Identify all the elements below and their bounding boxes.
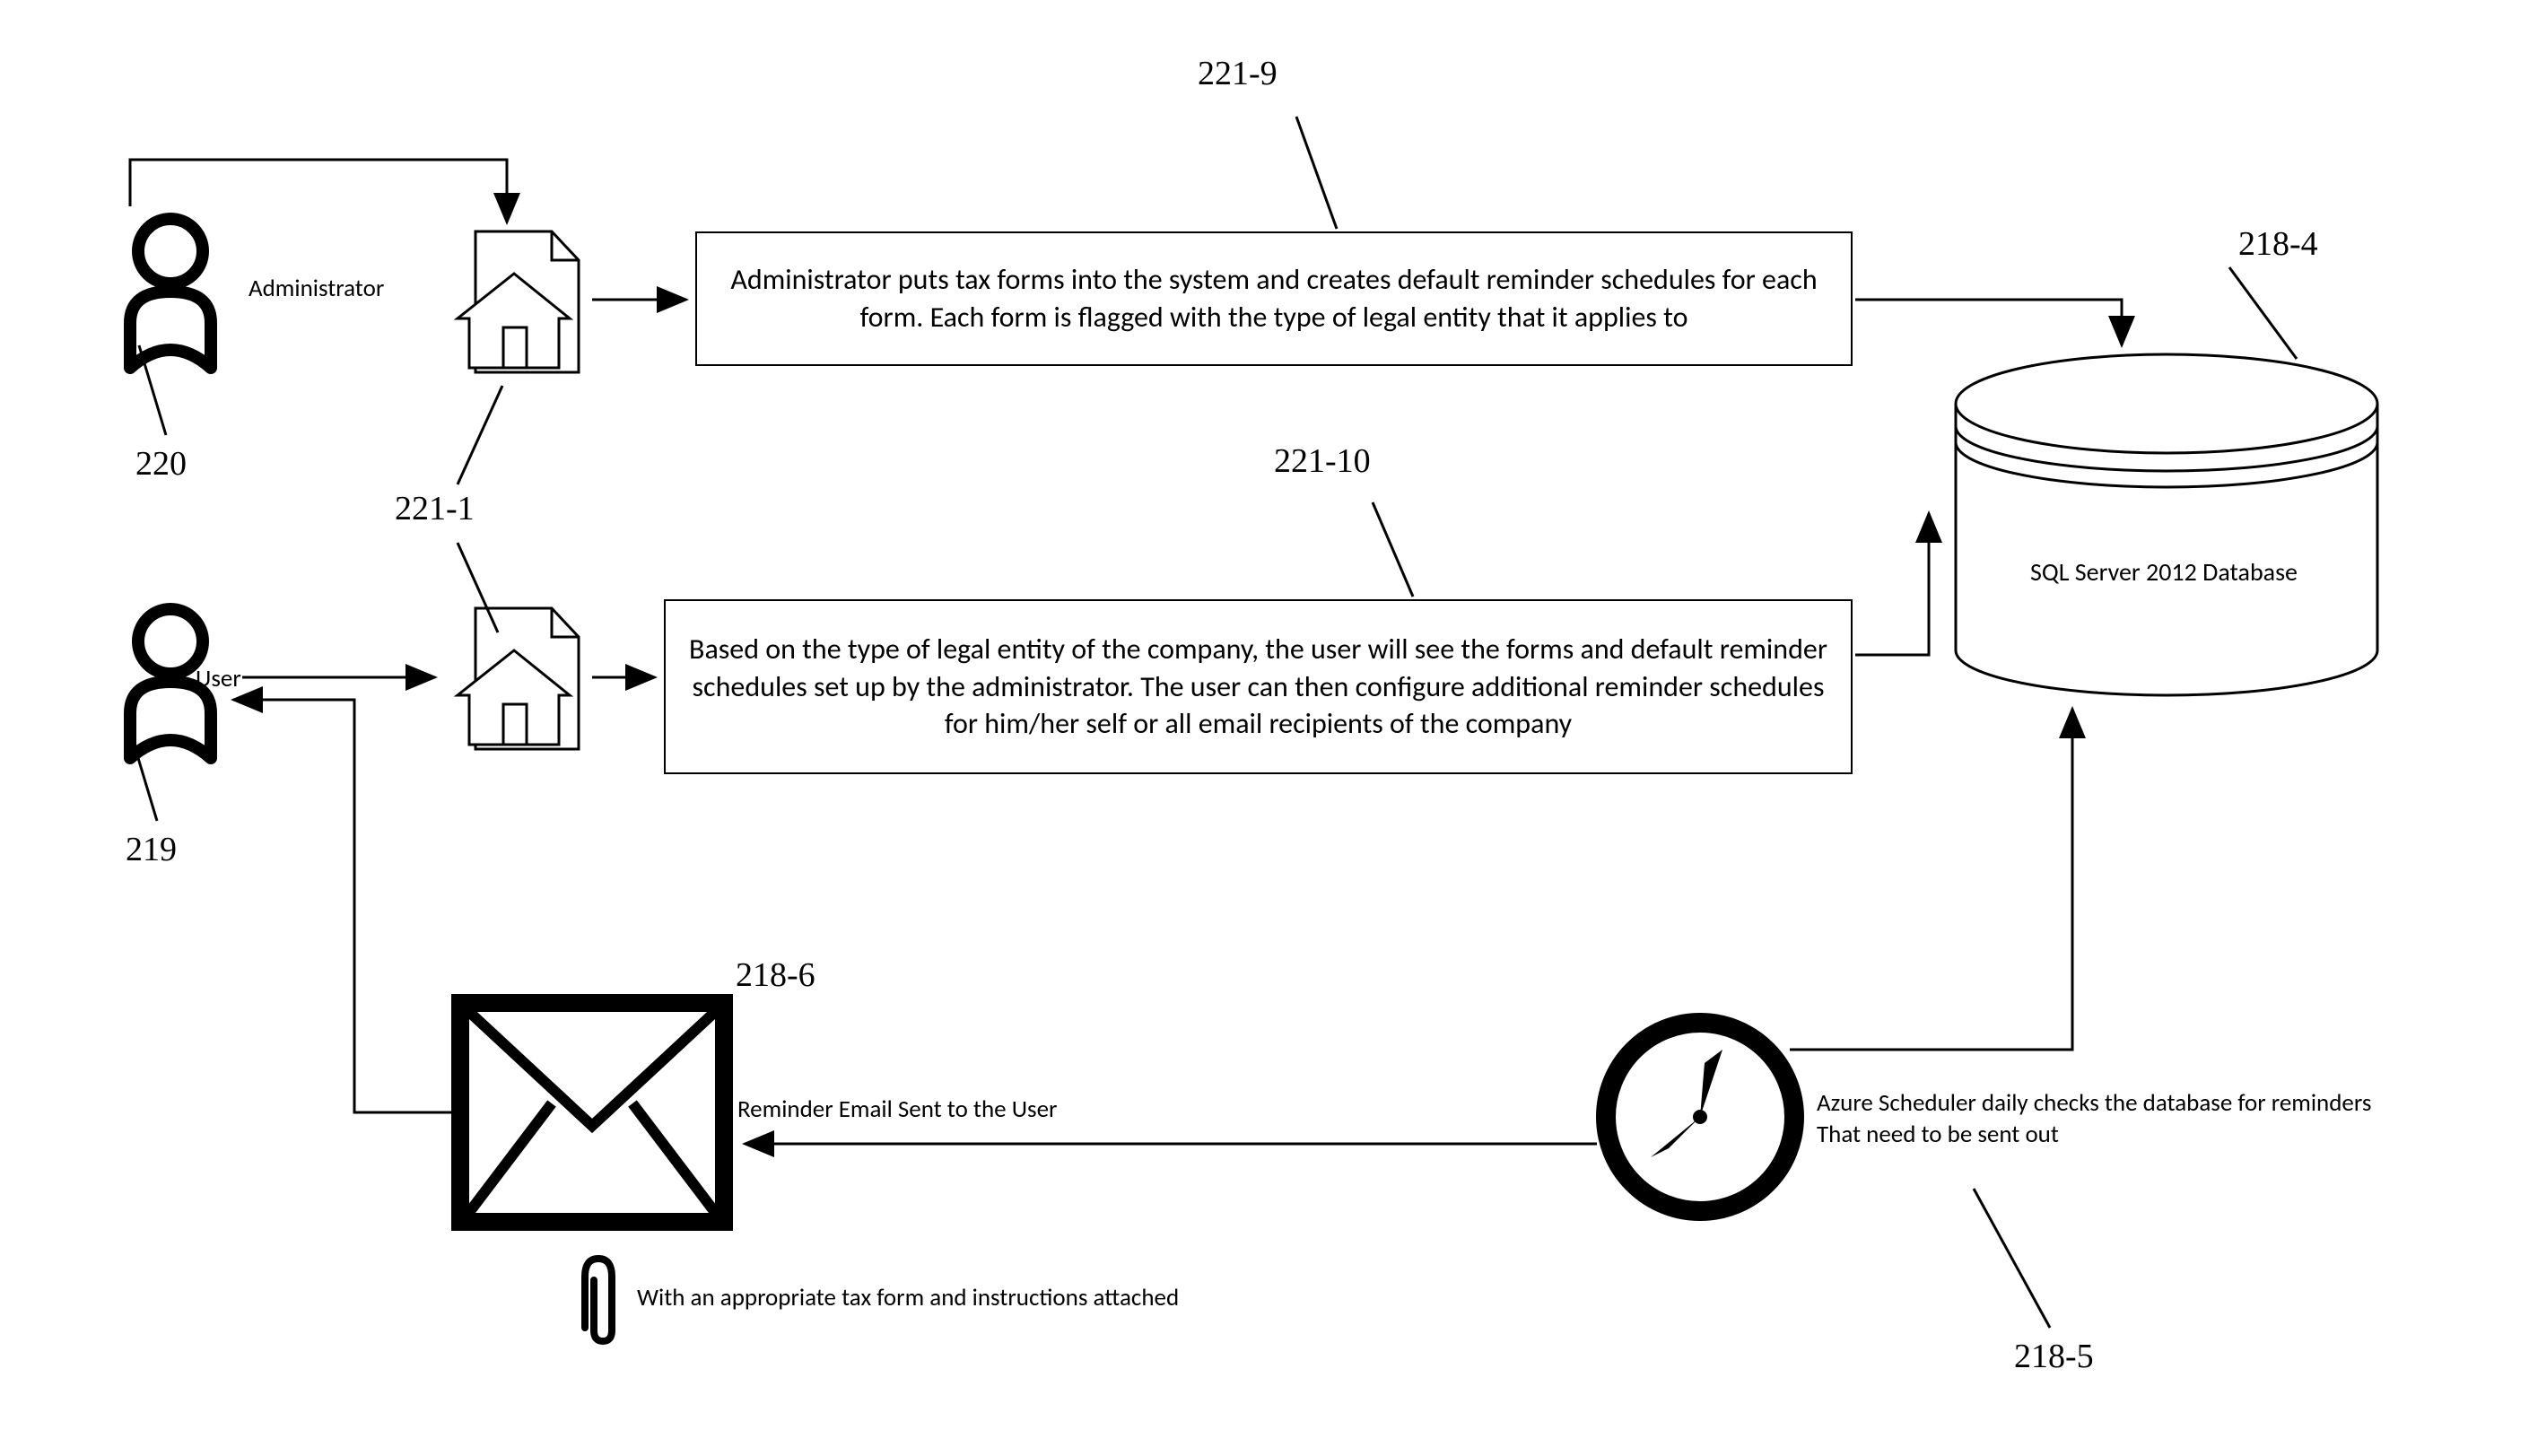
patent-flow-diagram: 221-9 218-4 221-10 220 221-1 219 218-6 2…	[0, 0, 2529, 1456]
arrows	[0, 0, 2529, 1456]
